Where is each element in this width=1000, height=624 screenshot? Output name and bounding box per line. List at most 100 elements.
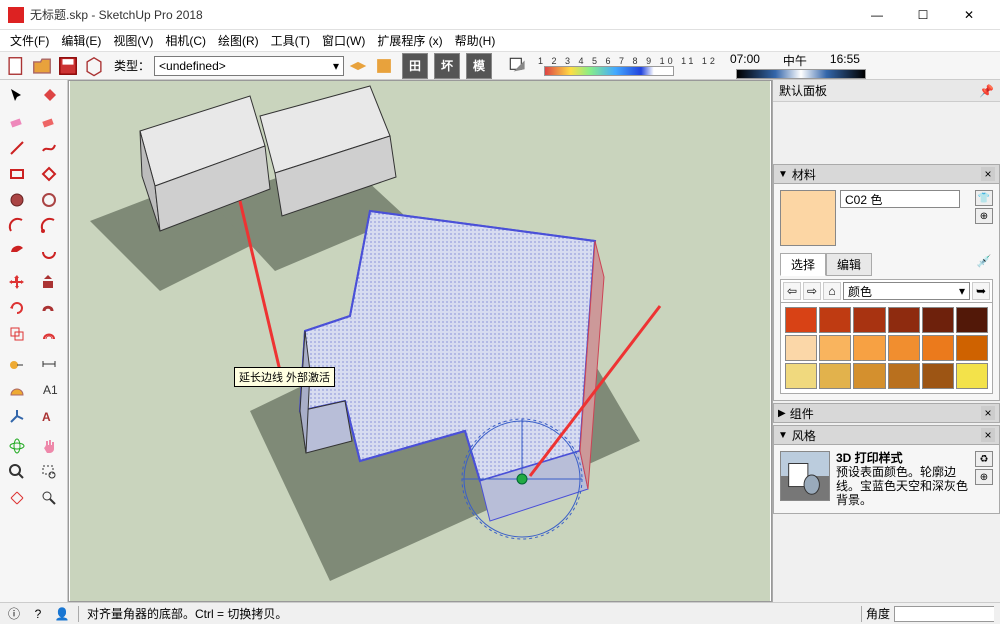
angle-input[interactable] — [894, 606, 994, 622]
default-material-button[interactable]: ⊕ — [975, 208, 993, 224]
material-swatch[interactable] — [888, 335, 920, 361]
scale-tool[interactable] — [2, 322, 32, 346]
eraser-tool[interactable] — [2, 110, 32, 134]
details-button[interactable]: ➥ — [972, 282, 990, 300]
material-swatch[interactable] — [956, 307, 988, 333]
close-section-icon[interactable]: × — [981, 167, 995, 181]
eraser2-tool[interactable] — [34, 110, 64, 134]
tab-edit[interactable]: 编辑 — [826, 253, 872, 276]
menu-edit[interactable]: 编辑(E) — [55, 30, 107, 51]
style-thumbnail[interactable] — [780, 451, 830, 501]
materials-section-head[interactable]: ▼ 材料 × — [773, 164, 1000, 184]
nav-home-button[interactable]: ⌂ — [823, 282, 841, 300]
arc-tool[interactable] — [2, 214, 32, 238]
shadow-toggle[interactable] — [506, 54, 530, 78]
rotate-tool[interactable] — [2, 296, 32, 320]
hour-slider[interactable] — [736, 69, 866, 79]
style-update-button[interactable]: ♻ — [975, 451, 993, 467]
material-swatch[interactable] — [819, 363, 851, 389]
material-swatch[interactable] — [922, 307, 954, 333]
3dtext-tool[interactable]: A — [34, 404, 64, 428]
style-section-head[interactable]: ▼ 风格 × — [773, 425, 1000, 445]
move-tool[interactable] — [2, 270, 32, 294]
material-swatch[interactable] — [956, 335, 988, 361]
menu-window[interactable]: 窗口(W) — [316, 30, 371, 51]
line-tool[interactable] — [2, 136, 32, 160]
polygon-tool[interactable] — [34, 188, 64, 212]
pushpull-tool[interactable] — [34, 270, 64, 294]
maximize-button[interactable]: ☐ — [900, 0, 946, 30]
view-mode-3[interactable]: 模 — [466, 53, 492, 79]
previous-view-tool[interactable] — [34, 486, 64, 510]
open-file-button[interactable] — [30, 54, 54, 78]
zoom-window-tool[interactable] — [34, 460, 64, 484]
circle-tool[interactable] — [2, 188, 32, 212]
zoom-tool[interactable] — [2, 460, 32, 484]
orbit-tool[interactable] — [2, 434, 32, 458]
followme-tool[interactable] — [34, 296, 64, 320]
protractor-tool[interactable] — [2, 378, 32, 402]
menu-tools[interactable]: 工具(T) — [265, 30, 316, 51]
tab-select[interactable]: 选择 — [780, 253, 826, 276]
material-swatch[interactable] — [785, 307, 817, 333]
material-swatch[interactable] — [888, 363, 920, 389]
viewport[interactable]: 延长边线 外部激活 — [68, 80, 772, 602]
menu-extensions[interactable]: 扩展程序 (x) — [371, 30, 448, 51]
material-swatch[interactable] — [819, 307, 851, 333]
material-swatch[interactable] — [956, 363, 988, 389]
dimension-tool[interactable] — [34, 352, 64, 376]
info-icon[interactable]: ⓘ — [6, 606, 22, 622]
material-swatch[interactable] — [785, 363, 817, 389]
menu-view[interactable]: 视图(V) — [107, 30, 159, 51]
layers-button[interactable] — [346, 54, 370, 78]
minimize-button[interactable]: — — [854, 0, 900, 30]
material-swatch[interactable] — [853, 307, 885, 333]
arc3-tool[interactable] — [34, 240, 64, 264]
save-button[interactable] — [56, 54, 80, 78]
current-material-swatch[interactable] — [780, 190, 836, 246]
pie-tool[interactable] — [2, 240, 32, 264]
material-name-input[interactable] — [840, 190, 960, 208]
axes-tool[interactable] — [2, 404, 32, 428]
nav-forward-button[interactable]: ⇨ — [803, 282, 821, 300]
freehand-tool[interactable] — [34, 136, 64, 160]
text-tool[interactable]: A1 — [34, 378, 64, 402]
tape-tool[interactable] — [2, 352, 32, 376]
menu-help[interactable]: 帮助(H) — [449, 30, 502, 51]
help-icon[interactable]: ? — [30, 606, 46, 622]
menu-draw[interactable]: 绘图(R) — [212, 30, 265, 51]
user-icon[interactable]: 👤 — [54, 606, 70, 622]
type-select[interactable]: <undefined>▾ — [154, 56, 344, 76]
options-button[interactable] — [372, 54, 396, 78]
menu-file[interactable]: 文件(F) — [4, 30, 55, 51]
material-swatch[interactable] — [922, 335, 954, 361]
eyedropper-icon[interactable]: 💉 — [975, 252, 993, 270]
rectangle-tool[interactable] — [2, 162, 32, 186]
new-file-button[interactable] — [4, 54, 28, 78]
view-mode-1[interactable]: 田 — [402, 53, 428, 79]
material-swatch[interactable] — [888, 307, 920, 333]
month-slider[interactable] — [544, 66, 674, 76]
view-mode-2[interactable]: 坏 — [434, 53, 460, 79]
nav-back-button[interactable]: ⇦ — [783, 282, 801, 300]
close-section-icon[interactable]: × — [981, 406, 995, 420]
close-button[interactable]: ✕ — [946, 0, 992, 30]
panel-title-bar[interactable]: 默认面板 📌 — [773, 80, 1000, 102]
menu-camera[interactable]: 相机(C) — [159, 30, 212, 51]
rotated-rect-tool[interactable] — [34, 162, 64, 186]
material-category-select[interactable]: 颜色▾ — [843, 282, 970, 300]
close-section-icon[interactable]: × — [981, 428, 995, 442]
material-swatch[interactable] — [922, 363, 954, 389]
material-swatch[interactable] — [853, 335, 885, 361]
material-swatch[interactable] — [819, 335, 851, 361]
style-new-button[interactable]: ⊕ — [975, 469, 993, 485]
paint-bucket-tool[interactable] — [34, 84, 64, 108]
cube-button[interactable] — [82, 54, 106, 78]
material-swatch[interactable] — [853, 363, 885, 389]
offset-tool[interactable] — [34, 322, 64, 346]
arc2-tool[interactable] — [34, 214, 64, 238]
pin-icon[interactable]: 📌 — [979, 84, 994, 98]
select-tool[interactable] — [2, 84, 32, 108]
pan-tool[interactable] — [34, 434, 64, 458]
create-material-button[interactable]: 👕 — [975, 190, 993, 206]
